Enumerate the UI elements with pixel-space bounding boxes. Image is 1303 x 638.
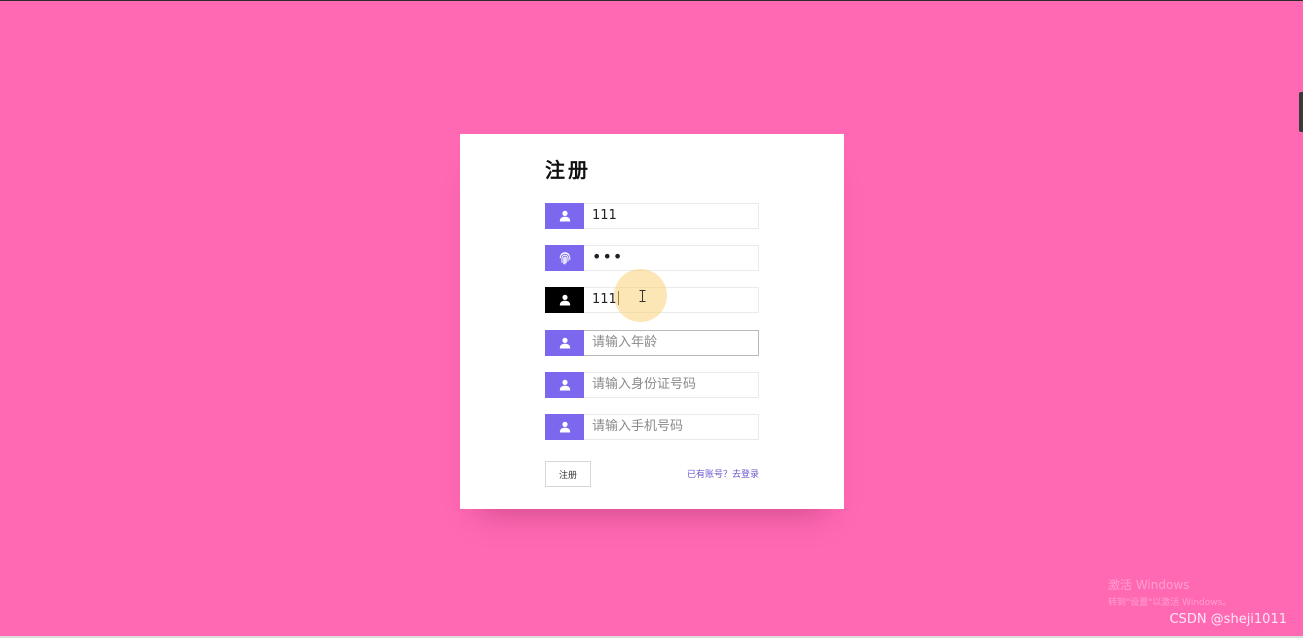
scroll-handle[interactable] — [1299, 92, 1303, 132]
windows-activation-watermark: 激活 Windows 转到"设置"以激活 Windows。 — [1108, 576, 1231, 608]
password-input[interactable]: ••• — [584, 245, 759, 271]
id-card-row: 请输入身份证号码 — [545, 372, 759, 398]
user-icon — [545, 330, 584, 356]
password-row: ••• — [545, 245, 759, 271]
windows-activation-hint: 转到"设置"以激活 Windows。 — [1108, 598, 1232, 608]
age-input[interactable]: 请输入年龄 — [584, 330, 759, 356]
register-card: 注册 111 ••• 111 请输入年龄 请输入身份证号码 请输入手机号码 注册… — [460, 134, 844, 509]
text-cursor-icon — [639, 290, 646, 302]
user-icon — [545, 203, 584, 229]
phone-row: 请输入手机号码 — [545, 414, 759, 440]
windows-activation-title: 激活 Windows — [1108, 578, 1190, 592]
phone-input[interactable]: 请输入手机号码 — [584, 414, 759, 440]
age-row: 请输入年龄 — [545, 330, 759, 356]
username-row: 111 — [545, 203, 759, 229]
id-card-input[interactable]: 请输入身份证号码 — [584, 372, 759, 398]
csdn-watermark: CSDN @sheji1011 — [1169, 612, 1287, 627]
user-icon — [545, 414, 584, 440]
user-icon — [545, 372, 584, 398]
page-title: 注册 — [545, 158, 591, 182]
fingerprint-icon — [545, 245, 584, 271]
username-input[interactable]: 111 — [584, 203, 759, 229]
register-button[interactable]: 注册 — [545, 461, 591, 487]
user-icon — [545, 287, 584, 313]
confirm-input[interactable]: 111 — [584, 287, 759, 313]
login-link[interactable]: 已有账号？去登录 — [685, 467, 759, 480]
